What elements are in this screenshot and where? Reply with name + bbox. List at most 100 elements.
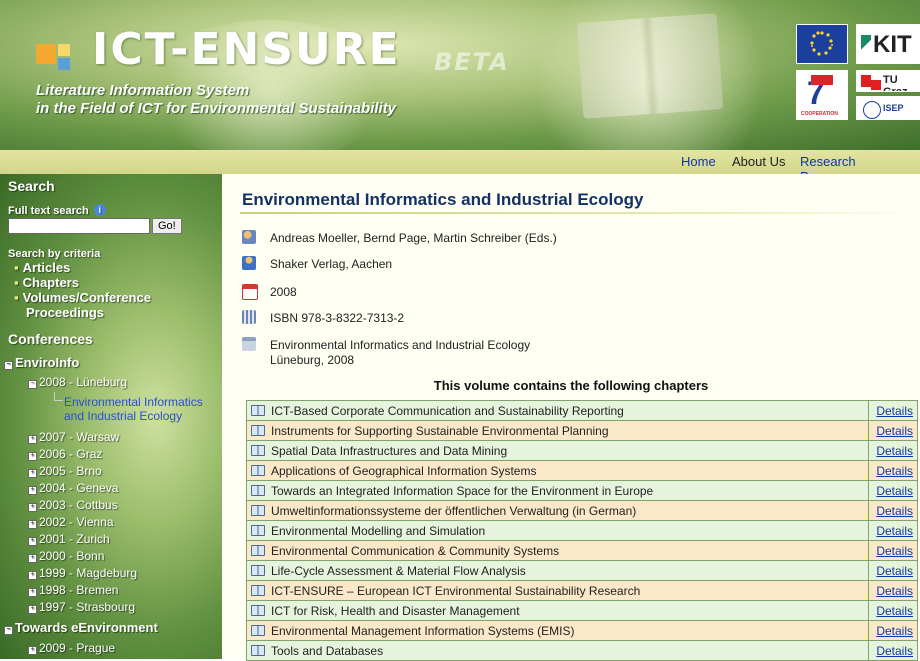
fp7-cooperation-label: COOPERATION: [801, 111, 838, 117]
tagline-line-1: Literature Information System: [36, 82, 250, 99]
beta-label: BETA: [434, 48, 510, 76]
chapters-heading: This volume contains the following chapt…: [433, 378, 709, 393]
tree-connector-icon: [54, 392, 63, 401]
table-row: ICT-Based Corporate Communication and Su…: [246, 400, 918, 421]
search-input[interactable]: [8, 218, 150, 234]
go-button[interactable]: Go!: [152, 218, 182, 234]
tree-2008-luneburg[interactable]: −2008 - Lüneburg: [28, 375, 127, 389]
table-row: Tools and Databases Details: [246, 640, 918, 661]
tree-year-item[interactable]: +2006 - Graz: [28, 447, 102, 461]
collapse-icon[interactable]: −: [4, 361, 13, 370]
details-link[interactable]: Details: [876, 504, 913, 518]
book-icon: [251, 404, 265, 416]
criteria-volumes[interactable]: ▪ Volumes/Conference: [14, 290, 151, 305]
tree-towards-eenvironment[interactable]: − Towards eEnvironment: [4, 620, 158, 635]
isep-logo[interactable]: ISEP: [856, 96, 920, 120]
eu-flag-logo[interactable]: [796, 24, 848, 64]
book-icon: [251, 624, 265, 636]
nav-about-us[interactable]: About Us: [732, 154, 785, 169]
book-icon: [251, 584, 265, 596]
tu-graz-logo[interactable]: TU Graz: [856, 70, 920, 92]
tree-year-item[interactable]: +1998 - Bremen: [28, 583, 118, 597]
details-link[interactable]: Details: [876, 624, 913, 638]
table-row: Environmental Management Information Sys…: [246, 620, 918, 641]
table-row: Spatial Data Infrastructures and Data Mi…: [246, 440, 918, 461]
top-nav: Home About Us Research Programmes: [0, 150, 920, 184]
collapse-icon[interactable]: −: [4, 626, 13, 635]
title-divider: [240, 212, 916, 214]
user-icon: [242, 256, 256, 270]
details-link[interactable]: Details: [876, 544, 913, 558]
isep-logo-text: ISEP: [883, 103, 904, 113]
kit-logo[interactable]: KIT: [856, 24, 920, 64]
book-icon: [251, 644, 265, 656]
sidebar: Search Full text search i Go! Search by …: [0, 174, 222, 659]
table-row: Umweltinformationssysteme der öffentlich…: [246, 500, 918, 521]
kit-logo-text: KIT: [873, 31, 912, 58]
table-row: Instruments for Supporting Sustainable E…: [246, 420, 918, 441]
details-link[interactable]: Details: [876, 424, 913, 438]
tree-enviroinfo[interactable]: − EnviroInfo: [4, 355, 79, 370]
editors-icon: [242, 230, 256, 244]
nav-home[interactable]: Home: [681, 154, 716, 169]
book-icon: [251, 564, 265, 576]
details-link[interactable]: Details: [876, 404, 913, 418]
chapters-table: ICT-Based Corporate Communication and Su…: [246, 400, 918, 661]
main-content: Environmental Informatics and Industrial…: [222, 174, 920, 661]
table-row: Environmental Communication & Community …: [246, 540, 918, 561]
tree-year-item[interactable]: +2005 - Brno: [28, 464, 102, 478]
details-link[interactable]: Details: [876, 584, 913, 598]
details-link[interactable]: Details: [876, 564, 913, 578]
table-row: ICT-ENSURE – European ICT Environmental …: [246, 580, 918, 601]
site-logo[interactable]: ICT-ENSURE: [92, 24, 401, 75]
details-link[interactable]: Details: [876, 524, 913, 538]
criteria-articles[interactable]: ▪ Articles: [14, 260, 70, 275]
tree-year-item[interactable]: +2009 - Prague: [28, 641, 115, 655]
full-text-search-label: Full text search i: [8, 204, 106, 217]
tree-year-item[interactable]: +2007 - Warsaw: [28, 430, 119, 444]
details-link[interactable]: Details: [876, 604, 913, 618]
details-link[interactable]: Details: [876, 464, 913, 478]
criteria-chapters[interactable]: ▪ Chapters: [14, 275, 79, 290]
tree-selected-volume[interactable]: Environmental Informatics and Industrial…: [64, 395, 203, 423]
tree-year-item[interactable]: +2003 - Cottbus: [28, 498, 118, 512]
tree-year-item[interactable]: +2004 - Geneva: [28, 481, 118, 495]
conferences-heading: Conferences: [8, 331, 93, 347]
info-icon[interactable]: i: [93, 204, 106, 216]
criteria-proceedings[interactable]: Proceedings: [26, 305, 104, 320]
page-title: Environmental Informatics and Industrial…: [242, 190, 644, 209]
tagline-line-2: in the Field of ICT for Environmental Su…: [36, 100, 397, 117]
tree-year-item[interactable]: +2002 - Vienna: [28, 515, 114, 529]
calendar-icon: [242, 284, 258, 300]
book-icon: [251, 484, 265, 496]
table-row: Life-Cycle Assessment & Material Flow An…: [246, 560, 918, 581]
fp7-logo[interactable]: 7 COOPERATION: [796, 70, 848, 120]
book-icon: [251, 604, 265, 616]
table-row: Environmental Modelling and Simulation De…: [246, 520, 918, 541]
details-link[interactable]: Details: [876, 444, 913, 458]
search-heading: Search: [8, 178, 55, 194]
book-icon: [251, 544, 265, 556]
book-icon: [251, 524, 265, 536]
site-header: ICT-ENSURE BETA Literature Information S…: [0, 0, 920, 150]
logo-mark-icon: [36, 38, 92, 78]
book-image: [576, 13, 724, 119]
tree-year-item[interactable]: +2000 - Bonn: [28, 549, 104, 563]
table-row: Applications of Geographical Information…: [246, 460, 918, 481]
tree-year-item[interactable]: +1999 - Magdeburg: [28, 566, 137, 580]
book-icon: [251, 424, 265, 436]
barcode-icon: [242, 310, 256, 324]
details-link[interactable]: Details: [876, 484, 913, 498]
building-icon: [242, 337, 256, 351]
collapse-icon[interactable]: −: [28, 380, 37, 389]
details-link[interactable]: Details: [876, 644, 913, 658]
table-row: ICT for Risk, Health and Disaster Manage…: [246, 600, 918, 621]
table-row: Towards an Integrated Information Space …: [246, 480, 918, 501]
tree-year-item[interactable]: +2001 - Zurich: [28, 532, 110, 546]
tu-graz-logo-text: TU Graz: [883, 74, 908, 92]
book-icon: [251, 444, 265, 456]
criteria-heading: Search by criteria: [8, 248, 101, 260]
book-icon: [251, 464, 265, 476]
tree-year-item[interactable]: +1997 - Strasbourg: [28, 600, 135, 614]
book-icon: [251, 504, 265, 516]
